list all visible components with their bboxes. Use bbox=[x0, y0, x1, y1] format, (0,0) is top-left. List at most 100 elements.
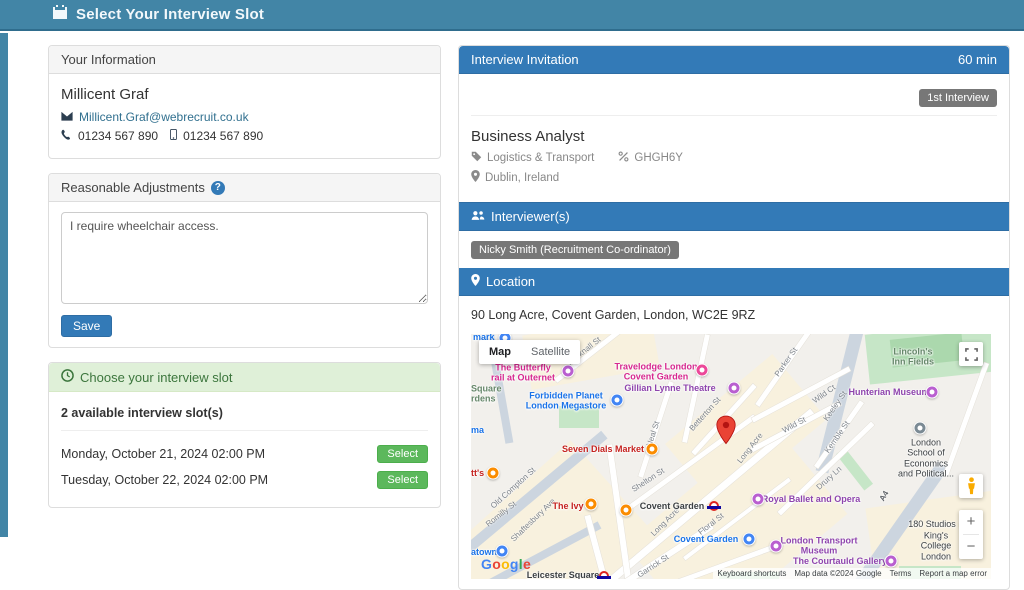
report-error-link[interactable]: Report a map error bbox=[919, 569, 987, 578]
slots-title: Choose your interview slot bbox=[80, 370, 232, 385]
map-marker-icon bbox=[471, 170, 480, 185]
slot-datetime: Tuesday, October 22, 2024 02:00 PM bbox=[61, 473, 268, 487]
hotel-poi-icon[interactable] bbox=[696, 364, 709, 377]
save-button[interactable]: Save bbox=[61, 315, 112, 337]
shopping-poi-icon[interactable] bbox=[743, 533, 756, 546]
interviewers-title: Interviewer(s) bbox=[491, 209, 570, 224]
route-label: A4 bbox=[878, 489, 891, 502]
poi-label[interactable]: 180 Studios bbox=[908, 519, 956, 529]
your-information-panel: Your Information Millicent Graf Millicen… bbox=[48, 45, 441, 159]
poi-label[interactable]: The Courtauld Gallery bbox=[793, 556, 887, 566]
zoom-control: + − bbox=[959, 510, 983, 559]
pegman-control[interactable] bbox=[959, 474, 983, 498]
interview-slots-panel: Choose your interview slot 2 available i… bbox=[48, 362, 441, 508]
calendar-icon bbox=[52, 4, 68, 25]
restaurant-poi-icon[interactable] bbox=[585, 498, 598, 511]
reasonable-adjustments-panel: Reasonable Adjustments ? I require wheel… bbox=[48, 173, 441, 348]
slot-row: Monday, October 21, 2024 02:00 PM Select bbox=[61, 445, 428, 463]
help-icon[interactable]: ? bbox=[211, 181, 225, 195]
zoom-in-button[interactable]: + bbox=[959, 510, 983, 534]
station-label[interactable]: Leicester Square bbox=[527, 570, 600, 579]
restaurant-poi-icon[interactable] bbox=[646, 443, 659, 456]
interview-invitation-panel: Interview Invitation 60 min 1st Intervie… bbox=[458, 45, 1010, 590]
poi-label[interactable]: Covent Garden bbox=[674, 534, 739, 544]
park-label: Lincoln's Inn Fields bbox=[892, 347, 934, 368]
restaurant-poi-icon[interactable] bbox=[487, 467, 500, 480]
google-map[interactable]: Bucknall St Neal St Betterton St Long Ac… bbox=[471, 334, 991, 579]
reference-icon bbox=[618, 151, 629, 165]
candidate-name: Millicent Graf bbox=[61, 86, 428, 103]
slot-datetime: Monday, October 21, 2024 02:00 PM bbox=[61, 447, 265, 461]
fullscreen-button[interactable] bbox=[959, 342, 983, 366]
restaurant-poi-icon[interactable] bbox=[620, 504, 633, 517]
select-slot-button[interactable]: Select bbox=[377, 445, 428, 463]
theatre-poi-icon[interactable] bbox=[728, 382, 741, 395]
invitation-duration: 60 min bbox=[958, 52, 997, 67]
gallery-poi-icon[interactable] bbox=[885, 555, 898, 568]
your-information-title: Your Information bbox=[61, 52, 156, 67]
invitation-title: Interview Invitation bbox=[471, 52, 579, 67]
left-accent-strip bbox=[0, 33, 8, 537]
museum-poi-icon[interactable] bbox=[926, 386, 939, 399]
slots-header: Choose your interview slot bbox=[49, 363, 440, 392]
store-poi-icon[interactable] bbox=[611, 394, 624, 407]
map-attribution: Keyboard shortcuts Map data ©2024 Google… bbox=[713, 568, 991, 579]
terms-link[interactable]: Terms bbox=[890, 569, 912, 578]
candidate-email-link[interactable]: Millicent.Graf@webrecruit.co.uk bbox=[79, 110, 249, 124]
phone-icon bbox=[61, 129, 72, 143]
reasonable-adjustments-header: Reasonable Adjustments ? bbox=[49, 174, 440, 202]
location-header: Location bbox=[459, 268, 1009, 296]
poi-label[interactable]: Seven Dials Market bbox=[562, 444, 644, 454]
interviewers-header: Interviewer(s) bbox=[459, 202, 1009, 231]
candidate-phone: 01234 567 890 bbox=[78, 129, 158, 143]
poi-label[interactable]: ma bbox=[471, 425, 484, 435]
poi-label: King's College London bbox=[909, 530, 964, 561]
reasonable-adjustments-title: Reasonable Adjustments bbox=[61, 180, 205, 195]
attraction-poi-icon[interactable] bbox=[562, 365, 575, 378]
location-title: Location bbox=[486, 274, 535, 289]
poi-label[interactable]: Forbidden Planet London Megastore bbox=[526, 391, 607, 412]
your-information-header: Your Information bbox=[49, 46, 440, 74]
poi-label[interactable]: The Ivy bbox=[552, 501, 583, 511]
map-data-text: Map data ©2024 Google bbox=[794, 569, 881, 578]
tag-icon bbox=[471, 151, 482, 165]
underground-icon[interactable] bbox=[599, 571, 609, 579]
park-label: Square rdens bbox=[471, 384, 502, 405]
page-title: Select Your Interview Slot bbox=[76, 6, 264, 23]
opera-poi-icon[interactable] bbox=[752, 493, 765, 506]
destination-marker-icon[interactable] bbox=[716, 415, 737, 450]
candidate-mobile: 01234 567 890 bbox=[183, 129, 263, 143]
page-header: Select Your Interview Slot bbox=[0, 0, 1024, 31]
job-category: Logistics & Transport bbox=[487, 152, 594, 164]
satellite-view-button[interactable]: Satellite bbox=[521, 340, 580, 364]
poi-label[interactable]: Royal Ballet and Opera bbox=[762, 494, 861, 504]
poi-label[interactable]: Travelodge London Covent Garden bbox=[614, 362, 697, 383]
slots-count: 2 available interview slot(s) bbox=[61, 406, 428, 420]
station-label[interactable]: Covent Garden bbox=[640, 501, 705, 511]
poi-label[interactable]: The Butterfly rail at Outernet bbox=[491, 363, 555, 384]
zoom-out-button[interactable]: − bbox=[959, 535, 983, 559]
poi-label[interactable]: Hunterian Museum bbox=[848, 387, 929, 397]
interviewer-badge: Nicky Smith (Recruitment Co-ordinator) bbox=[471, 241, 679, 259]
stage-badge: 1st Interview bbox=[919, 89, 997, 107]
keyboard-shortcuts-link[interactable]: Keyboard shortcuts bbox=[717, 569, 786, 578]
map-marker-icon bbox=[471, 274, 480, 289]
slot-row: Tuesday, October 22, 2024 02:00 PM Selec… bbox=[61, 471, 428, 489]
adjustments-textarea[interactable]: I require wheelchair access. bbox=[61, 212, 428, 304]
users-icon bbox=[471, 209, 485, 224]
job-reference: GHGH6Y bbox=[634, 152, 683, 164]
select-slot-button[interactable]: Select bbox=[377, 471, 428, 489]
divider bbox=[61, 430, 428, 431]
poi-label[interactable]: Gillian Lynne Theatre bbox=[624, 383, 715, 393]
poi-label[interactable]: tt's bbox=[471, 468, 484, 478]
job-title: Business Analyst bbox=[471, 128, 997, 145]
interview-address: 90 Long Acre, Covent Garden, London, WC2… bbox=[471, 308, 997, 322]
mobile-icon bbox=[170, 129, 177, 143]
museum-poi-icon[interactable] bbox=[770, 540, 783, 553]
underground-icon[interactable] bbox=[709, 501, 719, 511]
divider bbox=[471, 115, 997, 116]
poi-label[interactable]: London Transport Museum bbox=[781, 536, 858, 557]
google-logo[interactable]: Google bbox=[481, 556, 531, 572]
university-poi-icon[interactable] bbox=[914, 422, 927, 435]
map-view-button[interactable]: Map bbox=[479, 340, 521, 364]
